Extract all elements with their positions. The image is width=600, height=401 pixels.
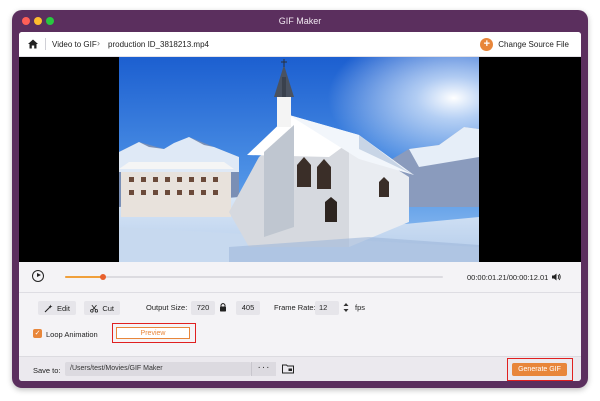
save-bar: Save to: /Users/test/Movies/GIF Maker ··… <box>19 356 581 381</box>
preview-highlight-box: Preview <box>112 323 196 343</box>
title-bar: GIF Maker <box>12 10 588 32</box>
breadcrumb: Video to GIF › production ID_3818213.mp4… <box>19 32 581 57</box>
output-height-input[interactable]: 405 <box>236 301 260 315</box>
breadcrumb-separator <box>45 38 46 50</box>
gif-maker-window: GIF Maker Video to GIF › production ID_3… <box>12 10 588 388</box>
options-row: ✓ Loop Animation Preview <box>33 323 573 345</box>
magic-wand-icon <box>44 304 53 312</box>
play-icon[interactable] <box>32 270 44 282</box>
lock-icon[interactable] <box>219 302 227 312</box>
chevron-right-icon: › <box>97 38 100 48</box>
volume-icon[interactable] <box>551 272 561 282</box>
cut-label: Cut <box>102 303 114 313</box>
window-title: GIF Maker <box>278 16 322 26</box>
save-to-label: Save to: <box>33 366 61 375</box>
video-frame-image <box>119 57 479 262</box>
cut-button[interactable]: Cut <box>84 301 120 315</box>
change-source-label: Change Source File <box>498 39 569 49</box>
frame-rate-stepper[interactable] <box>343 302 349 313</box>
generate-gif-button[interactable]: Generate GIF <box>512 362 567 376</box>
save-path-field[interactable]: /Users/test/Movies/GIF Maker <box>65 362 251 376</box>
playback-bar: 00:00:01.21/00:00:12.01 <box>19 262 581 293</box>
loop-animation-checkbox[interactable]: ✓ <box>33 329 42 338</box>
breadcrumb-video-to-gif[interactable]: Video to GIF <box>52 40 97 49</box>
frame-rate-label: Frame Rate: <box>274 303 316 312</box>
fps-label: fps <box>355 303 366 312</box>
scissors-icon <box>90 304 99 313</box>
output-settings-row: Edit Cut Output Size: 720 405 Frame Rate… <box>33 300 573 316</box>
edit-label: Edit <box>57 303 70 313</box>
video-preview <box>19 57 581 262</box>
edit-button[interactable]: Edit <box>38 301 76 315</box>
plus-icon: + <box>480 37 494 51</box>
change-source-file-button[interactable]: + Change Source File <box>480 37 569 51</box>
output-width-input[interactable]: 720 <box>191 301 215 315</box>
breadcrumb-file-name: production ID_3818213.mp4 <box>108 40 209 49</box>
home-icon[interactable] <box>27 38 39 50</box>
timeline-handle[interactable] <box>99 274 106 280</box>
preview-button[interactable]: Preview <box>116 326 190 339</box>
frame-rate-input[interactable]: 12 <box>315 301 339 315</box>
loop-animation-label: Loop Animation <box>46 330 98 339</box>
main-panel: Video to GIF › production ID_3818213.mp4… <box>19 32 581 381</box>
output-size-label: Output Size: <box>146 303 188 312</box>
timeline-slider[interactable] <box>65 274 443 280</box>
open-folder-icon[interactable] <box>282 363 294 374</box>
browse-path-button[interactable]: ··· <box>251 362 276 376</box>
time-display: 00:00:01.21/00:00:12.01 <box>467 273 549 282</box>
timeline-progress <box>65 276 103 278</box>
generate-highlight-box: Generate GIF <box>507 358 573 381</box>
